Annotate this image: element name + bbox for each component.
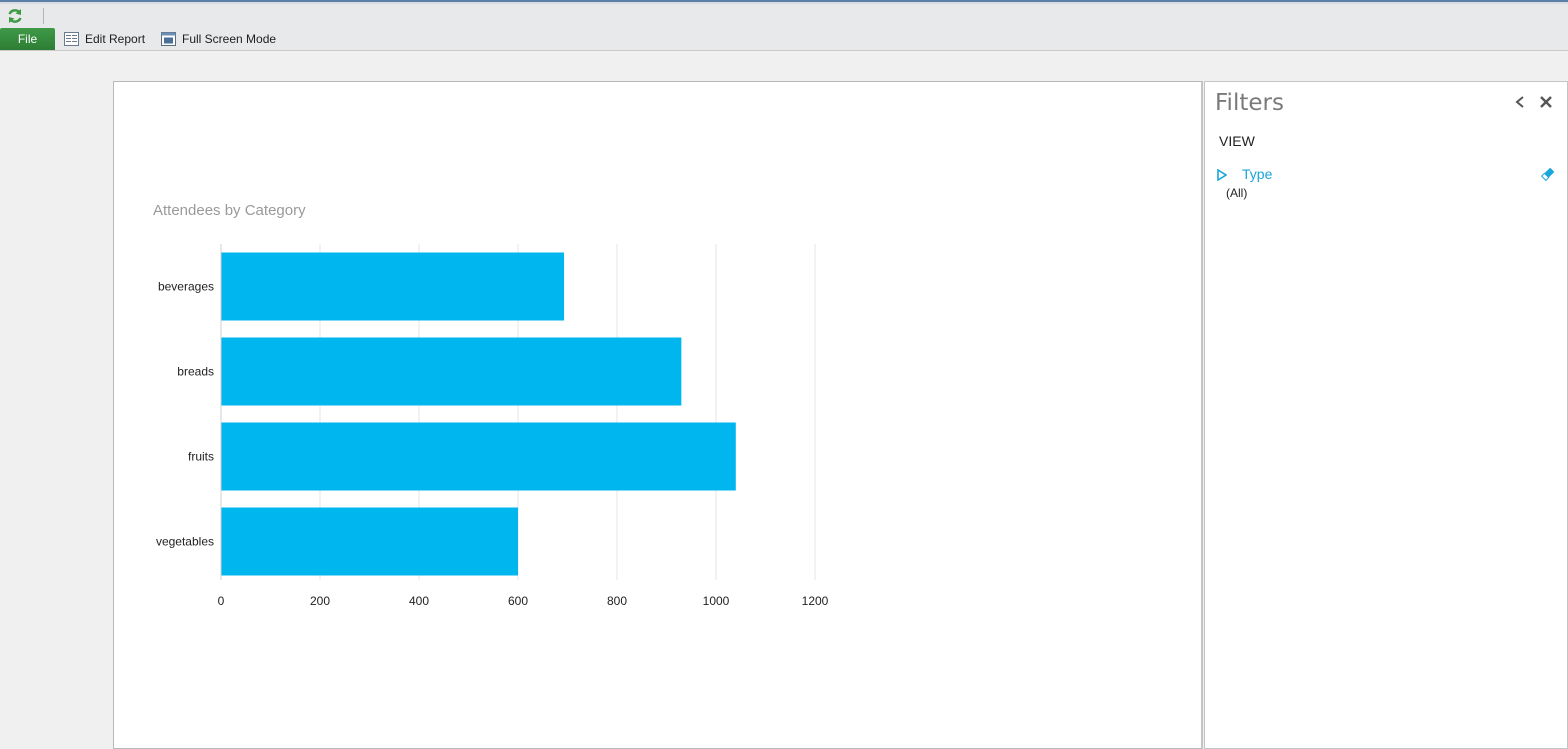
full-screen-label: Full Screen Mode (182, 32, 277, 46)
category-label: fruits (188, 450, 214, 464)
clear-filter-icon[interactable] (1540, 166, 1556, 182)
x-tick-label: 1200 (802, 594, 829, 608)
report-canvas: Attendees by Category 0 200 400 600 800 1000 1… (113, 81, 1203, 749)
filter-field-label: Type (1242, 166, 1273, 182)
bar-chart: 0 200 400 600 800 1000 1200 beverages breads frui… (156, 244, 829, 608)
refresh-icon[interactable] (6, 7, 24, 25)
filters-pane: Filters VIEW Type (All) (1204, 81, 1568, 749)
edit-report-button[interactable]: Edit Report (64, 28, 145, 50)
file-tab[interactable]: File (0, 28, 55, 50)
x-tick-label: 600 (508, 594, 528, 608)
bar-beverages[interactable] (221, 252, 565, 321)
filter-field-value: (All) (1226, 186, 1248, 200)
edit-report-label: Edit Report (85, 32, 146, 46)
bar-breads[interactable] (221, 337, 682, 406)
bar-fruits[interactable] (221, 422, 736, 491)
filter-field-type[interactable]: Type (1217, 166, 1557, 186)
x-tick-label: 200 (310, 594, 330, 608)
quick-access-toolbar (0, 4, 1568, 28)
category-label: breads (177, 365, 214, 379)
collapse-icon[interactable] (1513, 94, 1527, 110)
filters-section-label: VIEW (1219, 133, 1255, 149)
full-screen-icon (161, 32, 176, 46)
x-tick-label: 1000 (703, 594, 730, 608)
filters-title: Filters (1215, 90, 1284, 116)
ribbon: File Edit Report Full Screen Mode (0, 28, 1568, 51)
x-tick-label: 400 (409, 594, 429, 608)
category-label: vegetables (156, 535, 214, 549)
full-screen-button[interactable]: Full Screen Mode (161, 28, 276, 50)
category-label: beverages (158, 280, 214, 294)
bar-vegetables[interactable] (221, 507, 518, 576)
x-tick-label: 800 (607, 594, 627, 608)
expand-icon[interactable] (1217, 169, 1227, 181)
close-icon[interactable] (1538, 94, 1554, 110)
toolbar-separator (43, 8, 44, 24)
x-tick-label: 0 (218, 594, 225, 608)
edit-report-icon (64, 32, 79, 46)
